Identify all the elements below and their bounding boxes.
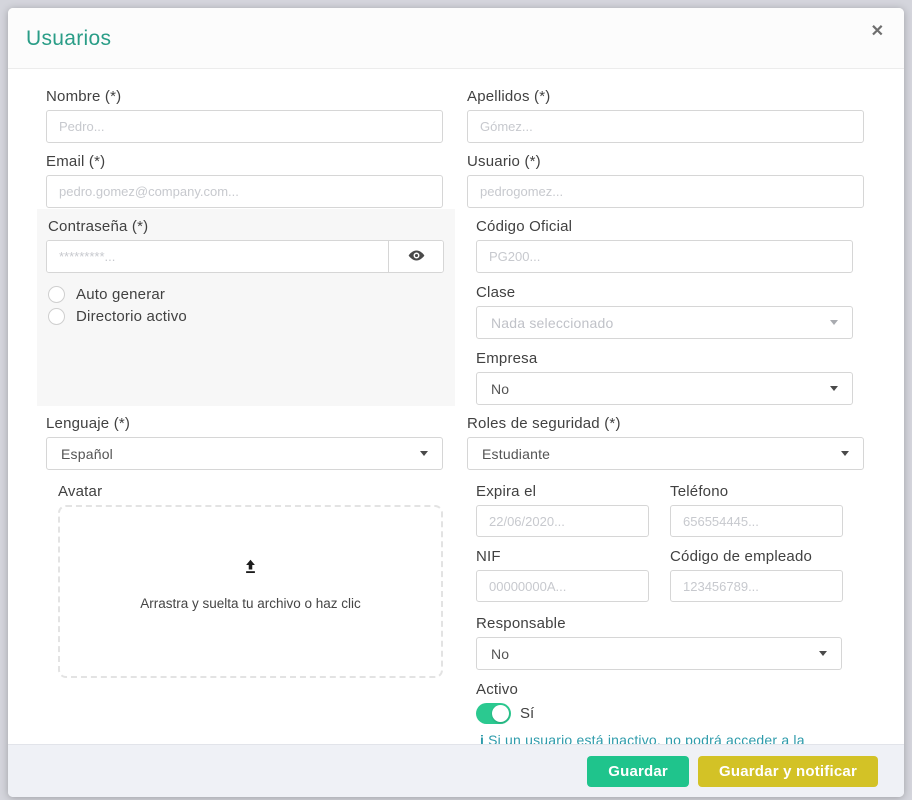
- codigo-empleado-input[interactable]: [670, 570, 843, 602]
- nif-label: NIF: [476, 547, 649, 567]
- codigo-oficial-label: Código Oficial: [476, 217, 853, 237]
- responsable-select[interactable]: No: [476, 637, 842, 670]
- chevron-down-icon: [830, 386, 838, 391]
- roles-select[interactable]: Estudiante: [467, 437, 864, 470]
- note-text: Si un usuario está inactivo, no podrá ac…: [480, 732, 805, 744]
- clase-label: Clase: [476, 283, 853, 303]
- apellidos-input[interactable]: [467, 110, 864, 143]
- radio-directorio-activo[interactable]: Directorio activo: [48, 308, 444, 325]
- modal-footer: Guardar Guardar y notificar: [8, 744, 904, 797]
- field-telefono: Teléfono: [670, 482, 843, 537]
- nif-input[interactable]: [476, 570, 649, 602]
- user-form: Nombre (*) Apellidos (*) Email (*) Usuar…: [46, 87, 864, 744]
- toggle-knob: [492, 705, 509, 722]
- activo-state-label: Sí: [520, 705, 534, 722]
- field-nombre: Nombre (*): [46, 87, 443, 143]
- info-icon: i: [480, 732, 484, 744]
- field-empresa: Empresa No: [476, 349, 853, 405]
- chevron-down-icon: [819, 651, 827, 656]
- radio-directorio-activo-label: Directorio activo: [76, 308, 187, 325]
- activo-toggle-row: Sí: [476, 703, 864, 724]
- field-nif: NIF: [476, 547, 649, 602]
- lenguaje-select[interactable]: Español: [46, 437, 443, 470]
- dropzone-text: Arrastra y suelta tu archivo o haz clic: [140, 596, 361, 611]
- modal-title: Usuarios: [26, 27, 880, 51]
- usuario-label: Usuario (*): [467, 152, 864, 172]
- contrasena-input[interactable]: [47, 241, 388, 272]
- clase-select[interactable]: Nada seleccionado: [476, 306, 853, 339]
- nombre-label: Nombre (*): [46, 87, 443, 107]
- empresa-label: Empresa: [476, 349, 853, 369]
- codigo-oficial-input[interactable]: [476, 240, 853, 273]
- field-expira: Expira el: [476, 482, 649, 537]
- radio-auto-generar[interactable]: Auto generar: [48, 286, 444, 303]
- codigo-empleado-label: Código de empleado: [670, 547, 843, 567]
- clase-selected-value: Nada seleccionado: [491, 315, 613, 331]
- field-responsable: Responsable No: [476, 614, 842, 670]
- org-subpanel: Código Oficial Clase Nada seleccionado E…: [476, 217, 853, 414]
- apellidos-label: Apellidos (*): [467, 87, 864, 107]
- usuarios-modal: Usuarios ✕ Nombre (*) Apellidos (*) Emai…: [8, 8, 904, 797]
- modal-body: Nombre (*) Apellidos (*) Email (*) Usuar…: [8, 69, 904, 744]
- empresa-selected-value: No: [491, 381, 509, 397]
- expira-input[interactable]: [476, 505, 649, 537]
- field-apellidos: Apellidos (*): [467, 87, 864, 143]
- avatar-group: Avatar Arrastra y suelta tu archivo o ha…: [58, 482, 443, 744]
- activo-label: Activo: [476, 680, 864, 700]
- field-email: Email (*): [46, 152, 443, 208]
- telefono-input[interactable]: [670, 505, 843, 537]
- password-visibility-toggle[interactable]: [388, 241, 443, 272]
- close-icon[interactable]: ✕: [867, 20, 888, 44]
- roles-selected-value: Estudiante: [482, 446, 550, 462]
- expira-label: Expira el: [476, 482, 649, 502]
- telefono-label: Teléfono: [670, 482, 843, 502]
- field-usuario: Usuario (*): [467, 152, 864, 208]
- roles-label: Roles de seguridad (*): [467, 414, 864, 434]
- save-button[interactable]: Guardar: [587, 756, 689, 787]
- email-input[interactable]: [46, 175, 443, 208]
- responsable-selected-value: No: [491, 646, 509, 662]
- radio-auto-generar-label: Auto generar: [76, 286, 165, 303]
- field-clase: Clase Nada seleccionado: [476, 283, 853, 339]
- chevron-down-icon: [420, 451, 428, 456]
- field-activo: Activo Sí iSi un usuario está inactivo, …: [476, 680, 864, 744]
- radio-icon: [48, 308, 65, 325]
- nombre-input[interactable]: [46, 110, 443, 143]
- password-panel: Contraseña (*): [37, 209, 455, 406]
- field-codigo-empleado: Código de empleado: [670, 547, 843, 602]
- right-bottom-panel: Expira el Teléfono NIF Código de emplead…: [467, 482, 864, 744]
- inactive-user-note: iSi un usuario está inactivo, no podrá a…: [480, 732, 864, 744]
- empresa-select[interactable]: No: [476, 372, 853, 405]
- password-options: Auto generar Directorio activo: [48, 286, 444, 325]
- email-label: Email (*): [46, 152, 443, 172]
- radio-icon: [48, 286, 65, 303]
- modal-header: Usuarios ✕: [8, 8, 904, 69]
- lenguaje-label: Lenguaje (*): [46, 414, 443, 434]
- chevron-down-icon: [841, 451, 849, 456]
- responsable-label: Responsable: [476, 614, 842, 634]
- usuario-input[interactable]: [467, 175, 864, 208]
- field-lenguaje: Lenguaje (*) Español: [46, 414, 443, 470]
- lenguaje-selected-value: Español: [61, 446, 113, 462]
- field-roles: Roles de seguridad (*) Estudiante: [467, 414, 864, 470]
- contrasena-label: Contraseña (*): [48, 217, 444, 237]
- avatar-dropzone[interactable]: Arrastra y suelta tu archivo o haz clic: [58, 505, 443, 678]
- avatar-label: Avatar: [58, 482, 443, 502]
- eye-icon: [408, 247, 425, 267]
- details-subgrid: Expira el Teléfono NIF Código de emplead…: [476, 482, 843, 602]
- password-input-group: [46, 240, 444, 273]
- activo-toggle[interactable]: [476, 703, 511, 724]
- save-and-notify-button[interactable]: Guardar y notificar: [698, 756, 878, 787]
- field-codigo-oficial: Código Oficial: [476, 217, 853, 273]
- upload-icon: [242, 558, 259, 580]
- chevron-down-icon: [830, 320, 838, 325]
